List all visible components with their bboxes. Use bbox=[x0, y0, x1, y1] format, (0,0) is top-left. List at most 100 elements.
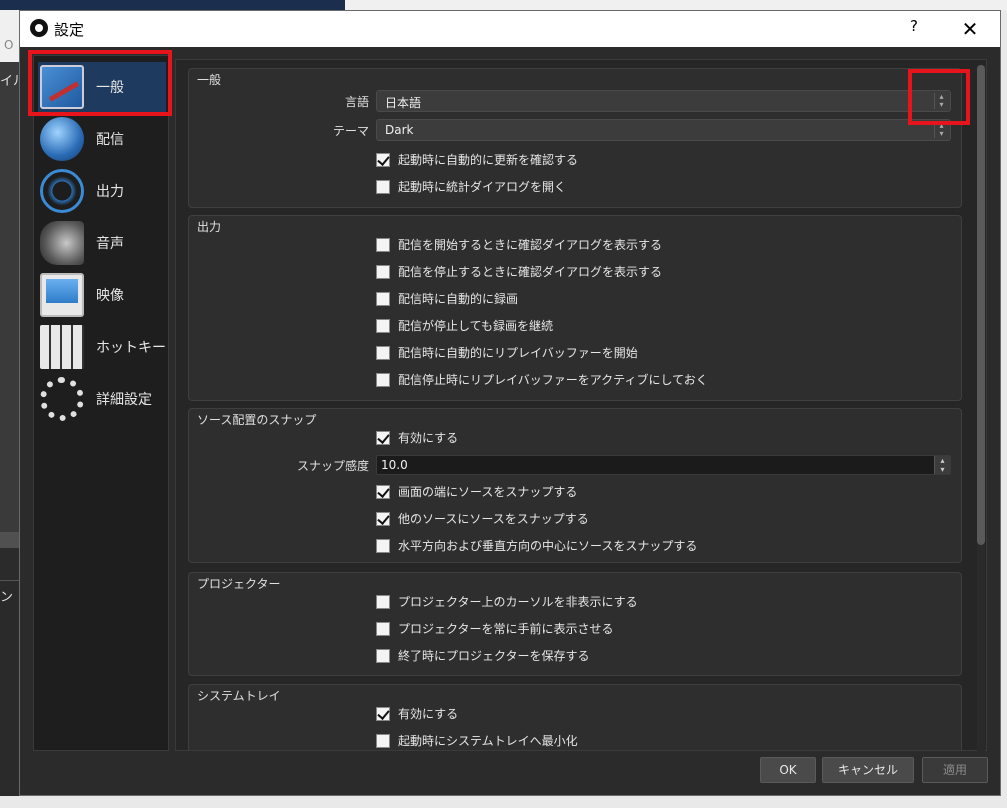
sidebar-item-stream[interactable]: 配信 bbox=[38, 114, 166, 164]
sidebar-item-advanced[interactable]: 詳細設定 bbox=[38, 374, 166, 424]
checkbox-label: プロジェクター上のカーソルを非表示にする bbox=[398, 595, 638, 609]
checkbox-label: 起動時にシステムトレイへ最小化 bbox=[398, 734, 578, 748]
background-bottom-edge bbox=[0, 796, 1007, 808]
check-updates-checkbox[interactable]: 起動時に自動的に更新を確認する bbox=[376, 151, 578, 168]
theme-value: Dark bbox=[385, 123, 414, 137]
highlight-box-language-dropdown bbox=[908, 69, 970, 125]
sidebar-item-output[interactable]: 出力 bbox=[38, 166, 166, 216]
checkbox-label: 有効にする bbox=[398, 431, 459, 445]
snapping-enable-checkbox[interactable]: 有効にする bbox=[376, 429, 458, 446]
sidebar-item-label: ホットキー bbox=[96, 340, 166, 356]
snap-sensitivity-spinbox[interactable]: 10.0 ▴ ▾ bbox=[376, 455, 951, 475]
stream-icon bbox=[40, 117, 84, 161]
checkbox-unchecked-icon bbox=[376, 345, 390, 360]
minimize-to-tray-checkbox[interactable]: 起動時にシステムトレイへ最小化 bbox=[376, 732, 578, 749]
checkbox-checked-icon bbox=[376, 152, 390, 167]
snap-screen-edges-checkbox[interactable]: 画面の端にソースをスナップする bbox=[376, 483, 577, 500]
video-icon bbox=[40, 273, 84, 317]
background-left-mid bbox=[0, 62, 20, 532]
background-right-edge bbox=[1000, 10, 1007, 808]
checkbox-unchecked-icon bbox=[376, 648, 390, 663]
checkbox-unchecked-icon bbox=[376, 594, 390, 609]
language-label: 言語 bbox=[344, 95, 369, 109]
language-select[interactable]: 日本語 ▴ ▾ bbox=[376, 90, 951, 112]
snap-center-checkbox[interactable]: 水平方向および垂直方向の中心にソースをスナップする bbox=[376, 537, 697, 554]
settings-content-panel: 一般 言語 日本語 ▴ ▾ テーマ Dark ▴ ▾ 起動時に自動的に更新を確認する… bbox=[175, 59, 987, 751]
checkbox-label: 他のソースにソースをスナップする bbox=[398, 512, 589, 526]
checkbox-label: 配信停止時にリプレイバッファーをアクティブにしておく bbox=[398, 373, 708, 387]
scrollbar-thumb[interactable] bbox=[977, 65, 985, 545]
checkbox-unchecked-icon bbox=[376, 291, 390, 306]
background-text: O bbox=[4, 38, 14, 52]
checkbox-label: プロジェクターを常に手前に表示させる bbox=[398, 622, 614, 636]
system-tray-group: システムトレイ 有効にする 起動時にシステムトレイへ最小化 bbox=[188, 684, 962, 750]
checkbox-unchecked-icon bbox=[376, 237, 390, 252]
save-projectors-checkbox[interactable]: 終了時にプロジェクターを保存する bbox=[376, 647, 590, 664]
projector-always-on-top-checkbox[interactable]: プロジェクターを常に手前に表示させる bbox=[376, 620, 614, 637]
checkbox-label: 水平方向および垂直方向の中心にソースをスナップする bbox=[398, 539, 698, 553]
theme-select[interactable]: Dark ▴ ▾ bbox=[376, 119, 951, 141]
theme-label: テーマ bbox=[332, 124, 369, 138]
content-scrollbar[interactable] bbox=[977, 65, 985, 751]
snap-sensitivity-value: 10.0 bbox=[381, 458, 408, 472]
checkbox-label: 配信を停止するときに確認ダイアログを表示する bbox=[398, 265, 663, 279]
sidebar-item-label: 音声 bbox=[96, 236, 124, 252]
checkbox-unchecked-icon bbox=[376, 538, 390, 553]
checkbox-checked-icon bbox=[376, 484, 390, 499]
checkbox-label: 有効にする bbox=[398, 707, 459, 721]
apply-button[interactable]: 適用 bbox=[922, 757, 988, 783]
checkbox-label: 起動時に統計ダイアログを開く bbox=[398, 180, 567, 194]
group-title: プロジェクター bbox=[197, 577, 281, 591]
checkbox-label: 配信時に自動的に録画 bbox=[398, 292, 519, 306]
hotkey-icon bbox=[40, 325, 84, 369]
background-left-bar bbox=[0, 532, 20, 548]
snap-sensitivity-label: スナップ感度 bbox=[296, 459, 369, 473]
checkbox-checked-icon bbox=[376, 511, 390, 526]
audio-icon bbox=[40, 221, 84, 265]
confirm-start-stream-checkbox[interactable]: 配信を開始するときに確認ダイアログを表示する bbox=[376, 236, 662, 253]
sidebar-item-label: 出力 bbox=[96, 184, 124, 200]
hide-projector-cursor-checkbox[interactable]: プロジェクター上のカーソルを非表示にする bbox=[376, 593, 638, 610]
group-title: システムトレイ bbox=[197, 689, 281, 703]
system-tray-enable-checkbox[interactable]: 有効にする bbox=[376, 705, 458, 722]
help-button[interactable]: ? bbox=[902, 17, 926, 41]
close-button[interactable]: ✕ bbox=[952, 15, 988, 43]
keep-recording-checkbox[interactable]: 配信が停止しても録画を継続 bbox=[376, 317, 553, 334]
checkbox-unchecked-icon bbox=[376, 264, 390, 279]
highlight-box-general bbox=[28, 50, 172, 116]
checkbox-unchecked-icon bbox=[376, 621, 390, 636]
background-left-lower bbox=[0, 580, 20, 780]
output-group: 出力 配信を開始するときに確認ダイアログを表示する 配信を停止するときに確認ダイ… bbox=[188, 215, 962, 401]
ok-button[interactable]: OK bbox=[760, 757, 816, 783]
open-stats-checkbox[interactable]: 起動時に統計ダイアログを開く bbox=[376, 178, 566, 195]
confirm-stop-stream-checkbox[interactable]: 配信を停止するときに確認ダイアログを表示する bbox=[376, 263, 662, 280]
group-title: ソース配置のスナップ bbox=[197, 413, 317, 427]
snap-other-sources-checkbox[interactable]: 他のソースにソースをスナップする bbox=[376, 510, 589, 527]
sidebar-item-label: 詳細設定 bbox=[96, 392, 152, 408]
cancel-button[interactable]: キャンセル bbox=[822, 757, 914, 783]
background-text: ン bbox=[0, 590, 14, 605]
dialog-titlebar: 設定 ? ✕ bbox=[20, 11, 1000, 47]
projectors-group: プロジェクター プロジェクター上のカーソルを非表示にする プロジェクターを常に手… bbox=[188, 572, 962, 676]
checkbox-unchecked-icon bbox=[376, 179, 390, 194]
checkbox-unchecked-icon bbox=[376, 318, 390, 333]
sidebar-item-audio[interactable]: 音声 bbox=[38, 218, 166, 268]
settings-dialog: 設定 ? ✕ 一般 配信 出力 音声 映像 ホットキー 詳細設定 一般 言語 日… bbox=[19, 10, 1001, 796]
group-title: 出力 bbox=[197, 220, 222, 234]
background-left-top: O bbox=[0, 10, 20, 62]
dialog-title: 設定 bbox=[54, 21, 85, 39]
sidebar-item-hotkeys[interactable]: ホットキー bbox=[38, 322, 166, 372]
keep-replay-buffer-checkbox[interactable]: 配信停止時にリプレイバッファーをアクティブにしておく bbox=[376, 371, 708, 388]
general-group: 一般 言語 日本語 ▴ ▾ テーマ Dark ▴ ▾ 起動時に自動的に更新を確認する… bbox=[188, 68, 962, 208]
group-title: 一般 bbox=[197, 73, 222, 87]
auto-record-checkbox[interactable]: 配信時に自動的に録画 bbox=[376, 290, 518, 307]
updown-arrows-icon[interactable]: ▴ ▾ bbox=[934, 456, 950, 474]
sidebar-item-label: 配信 bbox=[96, 132, 124, 148]
snapping-group: ソース配置のスナップ 有効にする スナップ感度 10.0 ▴ ▾ 画面の端にソース… bbox=[188, 408, 962, 563]
checkbox-checked-icon bbox=[376, 706, 390, 721]
checkbox-checked-icon bbox=[376, 430, 390, 445]
auto-replay-buffer-checkbox[interactable]: 配信時に自動的にリプレイバッファーを開始 bbox=[376, 344, 638, 361]
checkbox-label: 配信時に自動的にリプレイバッファーを開始 bbox=[398, 346, 638, 360]
sidebar-item-video[interactable]: 映像 bbox=[38, 270, 166, 320]
background-window-edge bbox=[345, 0, 1007, 10]
